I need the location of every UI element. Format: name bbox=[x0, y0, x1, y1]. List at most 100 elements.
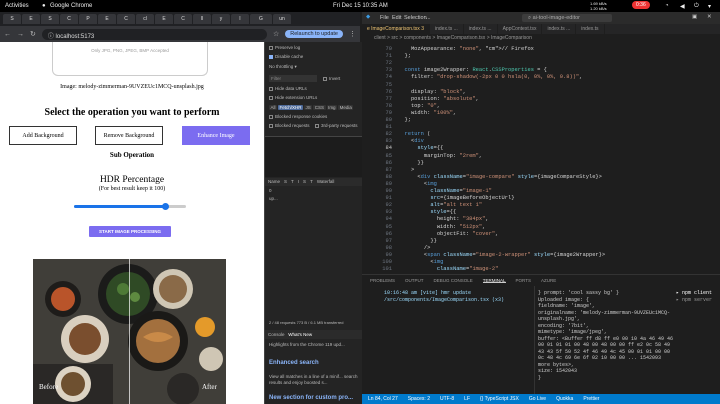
code-line[interactable]: src={imageBeforeObjectUrl} bbox=[398, 195, 514, 201]
browser-tab[interactable]: C bbox=[117, 14, 135, 24]
reload-icon[interactable]: ↻ bbox=[30, 30, 36, 38]
browser-tab[interactable]: ll bbox=[193, 14, 211, 24]
status-item[interactable]: LF bbox=[464, 396, 470, 402]
layout-icon[interactable]: ▣ bbox=[692, 14, 697, 20]
browser-tab[interactable]: E bbox=[155, 14, 173, 24]
blocked-cookies-checkbox[interactable]: Blocked response cookies bbox=[269, 114, 327, 119]
app-name[interactable]: Google Chrome bbox=[50, 3, 92, 9]
preserve-log-checkbox[interactable]: Preserve log bbox=[269, 45, 300, 50]
code-line[interactable]: display: "block", bbox=[398, 89, 466, 95]
power-icon[interactable]: ⏻ bbox=[694, 3, 699, 10]
browser-tab[interactable]: E bbox=[98, 14, 116, 24]
code-line[interactable]: top: "0", bbox=[398, 103, 440, 109]
browser-tab[interactable]: I bbox=[231, 14, 249, 24]
status-item[interactable]: Quokka bbox=[556, 396, 573, 402]
status-item[interactable]: Go Live bbox=[529, 396, 546, 402]
editor-tab[interactable]: index.ts ... bbox=[542, 24, 577, 34]
status-item[interactable]: Spaces: 2 bbox=[408, 396, 430, 402]
add-background-button[interactable]: Add Background bbox=[9, 126, 77, 145]
code-line[interactable]: style={{ bbox=[398, 145, 443, 151]
code-line[interactable]: height: "384px", bbox=[398, 216, 489, 222]
menu-file[interactable]: File bbox=[380, 15, 389, 21]
code-line[interactable]: return ( bbox=[398, 131, 430, 137]
invert-checkbox[interactable]: Invert bbox=[323, 76, 340, 81]
code-line[interactable]: className="image-2" bbox=[398, 266, 499, 272]
address-bar[interactable]: ⓘ localhost:5173 bbox=[41, 28, 267, 40]
panel-tab-ports[interactable]: PORTS bbox=[516, 278, 531, 283]
code-line[interactable]: objectFit: "cover", bbox=[398, 231, 499, 237]
code-line[interactable]: alt="alt text 1" bbox=[398, 202, 482, 208]
clock[interactable]: Fri Dec 15 10:35 AM bbox=[333, 3, 388, 9]
browser-tab[interactable]: un bbox=[273, 14, 291, 24]
code-line[interactable]: width: "512px", bbox=[398, 224, 486, 230]
browser-tab[interactable]: C bbox=[60, 14, 78, 24]
code-line[interactable]: marginTop: "2rem", bbox=[398, 153, 482, 159]
hdr-slider[interactable] bbox=[74, 203, 186, 210]
custom-properties-link[interactable]: New section for custom pro... bbox=[269, 395, 353, 401]
column-header[interactable]: S bbox=[284, 179, 287, 184]
status-item[interactable]: Prettier bbox=[583, 396, 599, 402]
breadcrumb[interactable]: client > src > components > ImageCompari… bbox=[362, 34, 720, 42]
column-header[interactable]: T bbox=[310, 179, 313, 184]
hide-data-urls-checkbox[interactable]: Hide data URLs bbox=[269, 86, 307, 91]
code-editor[interactable]: 70 MozAppearance: "none", "cm">// Firefo… bbox=[362, 42, 720, 274]
code-line[interactable]: MozAppearance: "none", "cm">// Firefox bbox=[398, 46, 534, 52]
enhanced-search-link[interactable]: Enhanced search bbox=[269, 360, 319, 366]
status-item[interactable]: Ln 84, Col 27 bbox=[368, 396, 398, 402]
browser-tab[interactable]: S bbox=[41, 14, 59, 24]
code-line[interactable]: style={{ bbox=[398, 209, 456, 215]
code-line[interactable]: /> bbox=[398, 245, 430, 251]
editor-tab[interactable]: index.ts ... bbox=[464, 24, 498, 34]
code-line[interactable]: filter: "drop-shadow(-2px 0 0 hsla(0, 0%… bbox=[398, 74, 582, 80]
browser-tab[interactable]: E bbox=[22, 14, 40, 24]
status-item[interactable]: {} TypeScript JSX bbox=[480, 396, 519, 402]
terminal-instance[interactable]: ▸ npm client bbox=[676, 290, 720, 297]
disable-cache-checkbox[interactable]: Disable cache bbox=[269, 54, 303, 59]
code-line[interactable]: <div className="image-compare" style={im… bbox=[398, 174, 602, 180]
tab-whats-new[interactable]: What's New bbox=[288, 332, 312, 337]
code-line[interactable]: <div bbox=[398, 138, 424, 144]
code-line[interactable]: }} bbox=[398, 160, 423, 166]
code-line[interactable]: width: "100%", bbox=[398, 110, 456, 116]
terminal[interactable]: 10:16:48 am [vite] hmr update /src/compo… bbox=[362, 286, 720, 394]
browser-tab[interactable]: G bbox=[250, 14, 272, 24]
filter-chip-fetchxhr[interactable]: Fetch/XHR bbox=[278, 105, 304, 110]
menu-selection[interactable]: Selection bbox=[404, 15, 427, 21]
back-icon[interactable]: ← bbox=[4, 31, 11, 38]
forward-icon[interactable]: → bbox=[17, 31, 24, 38]
editor-tab[interactable]: index.ts ... bbox=[430, 24, 464, 34]
tab-console[interactable]: Console bbox=[268, 332, 285, 337]
battery-badge[interactable]: 0:36 bbox=[632, 1, 650, 9]
remove-background-button[interactable]: Remove Background bbox=[95, 126, 163, 145]
filter-chip-js[interactable]: JS bbox=[304, 105, 313, 110]
editor-tab[interactable]: e ImageComparison.tsx 3 bbox=[362, 24, 430, 34]
menu-edit[interactable]: Edit bbox=[392, 15, 401, 21]
relaunch-button[interactable]: Relaunch to update bbox=[285, 30, 343, 38]
panel-tab-azure[interactable]: AZURE bbox=[541, 278, 556, 283]
third-party-checkbox[interactable]: 3rd-party requests bbox=[315, 123, 358, 128]
code-line[interactable]: }; bbox=[398, 117, 410, 123]
panel-tab-debug-console[interactable]: DEBUG CONSOLE bbox=[434, 278, 473, 283]
code-line[interactable]: }; bbox=[398, 53, 410, 59]
column-header[interactable]: Waterfall bbox=[317, 179, 335, 184]
code-line[interactable]: const image2Wrapper: React.CSSProperties… bbox=[398, 67, 546, 73]
browser-tab[interactable]: S bbox=[3, 14, 21, 24]
panel-tab-output[interactable]: OUTPUT bbox=[405, 278, 424, 283]
code-line[interactable]: <img bbox=[398, 259, 443, 265]
table-row[interactable]: 0 bbox=[269, 188, 272, 193]
table-row[interactable]: up... bbox=[269, 196, 278, 201]
filter-chip-all[interactable]: All bbox=[269, 105, 278, 110]
code-line[interactable]: }} bbox=[398, 238, 436, 244]
menu-more[interactable]: ... bbox=[426, 15, 431, 21]
browser-tab[interactable]: P bbox=[79, 14, 97, 24]
column-header[interactable]: S bbox=[303, 179, 306, 184]
activities-button[interactable]: Activities bbox=[5, 3, 29, 9]
enhance-image-button[interactable]: Enhance Image bbox=[182, 126, 250, 145]
code-line[interactable]: <img bbox=[398, 181, 437, 187]
start-processing-button[interactable]: START IMAGE PROCESSING bbox=[89, 226, 171, 237]
filter-chip-css[interactable]: CSS bbox=[313, 105, 326, 110]
bookmark-star-icon[interactable]: ☆ bbox=[273, 30, 279, 38]
code-line[interactable]: position: "absolute", bbox=[398, 96, 479, 102]
panel-tab-problems[interactable]: PROBLEMS bbox=[370, 278, 395, 283]
browser-tab[interactable]: y bbox=[212, 14, 230, 24]
